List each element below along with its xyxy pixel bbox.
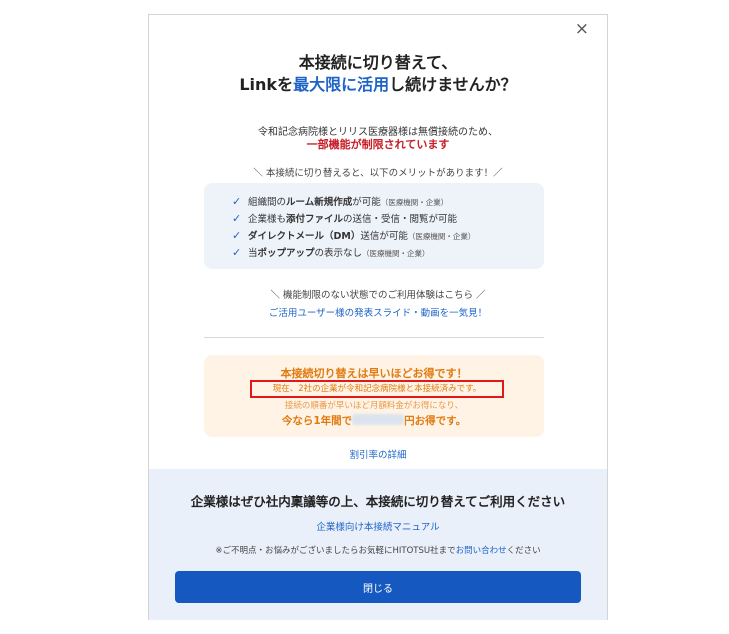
- benefit-item: ✓ 組織間のルーム新規作成が可能（医療機関・企業）: [232, 195, 449, 208]
- benefit-item: ✓ 企業様も添付ファイルの送信・受信・閲覧が可能: [232, 212, 458, 225]
- check-icon: ✓: [232, 212, 242, 225]
- title-suffix: し続けませんか？: [389, 75, 517, 94]
- upgrade-dialog: × 本接続に切り替えて、 Linkを最大限に活用し続けませんか？ 令和記念病院様…: [148, 14, 608, 620]
- discount-details-link[interactable]: 割引率の詳細: [149, 447, 607, 461]
- connected-companies-highlight: 現在、2社の企業が令和記念病院様と本接続済みです。: [250, 380, 504, 398]
- promo-headline: 本接続切り替えは早いほどお得です！: [280, 367, 468, 380]
- redacted-amount: [352, 414, 405, 425]
- contact-link[interactable]: お問い合わせ: [456, 546, 507, 556]
- check-icon: ✓: [232, 246, 242, 259]
- merits-heading: ＼ 本接続に切り替えると、以下のメリットがあります！／: [253, 168, 503, 179]
- connection-manual-link[interactable]: 企業様向け本接続マニュアル: [149, 519, 607, 533]
- contact-note: ※ご不明点・お悩みがございましたらお気軽にHITOTSU社までお問い合わせくださ…: [215, 546, 541, 556]
- check-icon: ✓: [232, 195, 242, 208]
- close-button[interactable]: 閉じる: [175, 571, 581, 603]
- benefit-item: ✓ 当ポップアップの表示なし（医療機関・企業）: [232, 246, 430, 259]
- section-divider: [204, 337, 544, 338]
- promo-savings: 今なら1年間で 円お得です。: [281, 414, 467, 427]
- benefits-box: ✓ 組織間のルーム新規作成が可能（医療機関・企業） ✓ 企業様も添付ファイルの送信・…: [204, 183, 544, 269]
- close-icon[interactable]: ×: [575, 21, 589, 38]
- dialog-footer: 企業様はぜひ社内稟議等の上、本接続に切り替えてご利用ください 企業様向け本接続マ…: [149, 469, 607, 620]
- benefit-item: ✓ ダイレクトメール（DM）送信が可能（医療機関・企業）: [232, 229, 476, 242]
- dialog-title-line2: Linkを最大限に活用し続けませんか？: [149, 71, 607, 95]
- promo-pricing-note: 接続の順番が早いほど月額料金がお得になり、: [284, 401, 464, 411]
- check-icon: ✓: [232, 229, 242, 242]
- title-prefix: Linkを: [239, 75, 294, 94]
- trial-heading: ＼ 機能制限のない状態でのご利用体験はこちら ／: [270, 290, 486, 301]
- title-accent: 最大限に活用: [293, 75, 390, 94]
- user-presentation-link[interactable]: ご活用ユーザー様の発表スライド・動画を一気見！: [149, 305, 607, 319]
- restriction-warning: 一部機能が制限されています: [306, 138, 450, 151]
- dialog-title-line1: 本接続に切り替えて、: [298, 53, 458, 72]
- footer-heading: 企業様はぜひ社内稟議等の上、本接続に切り替えてご利用ください: [190, 494, 566, 509]
- promo-box: 本接続切り替えは早いほどお得です！ 現在、2社の企業が令和記念病院様と本接続済み…: [204, 355, 544, 437]
